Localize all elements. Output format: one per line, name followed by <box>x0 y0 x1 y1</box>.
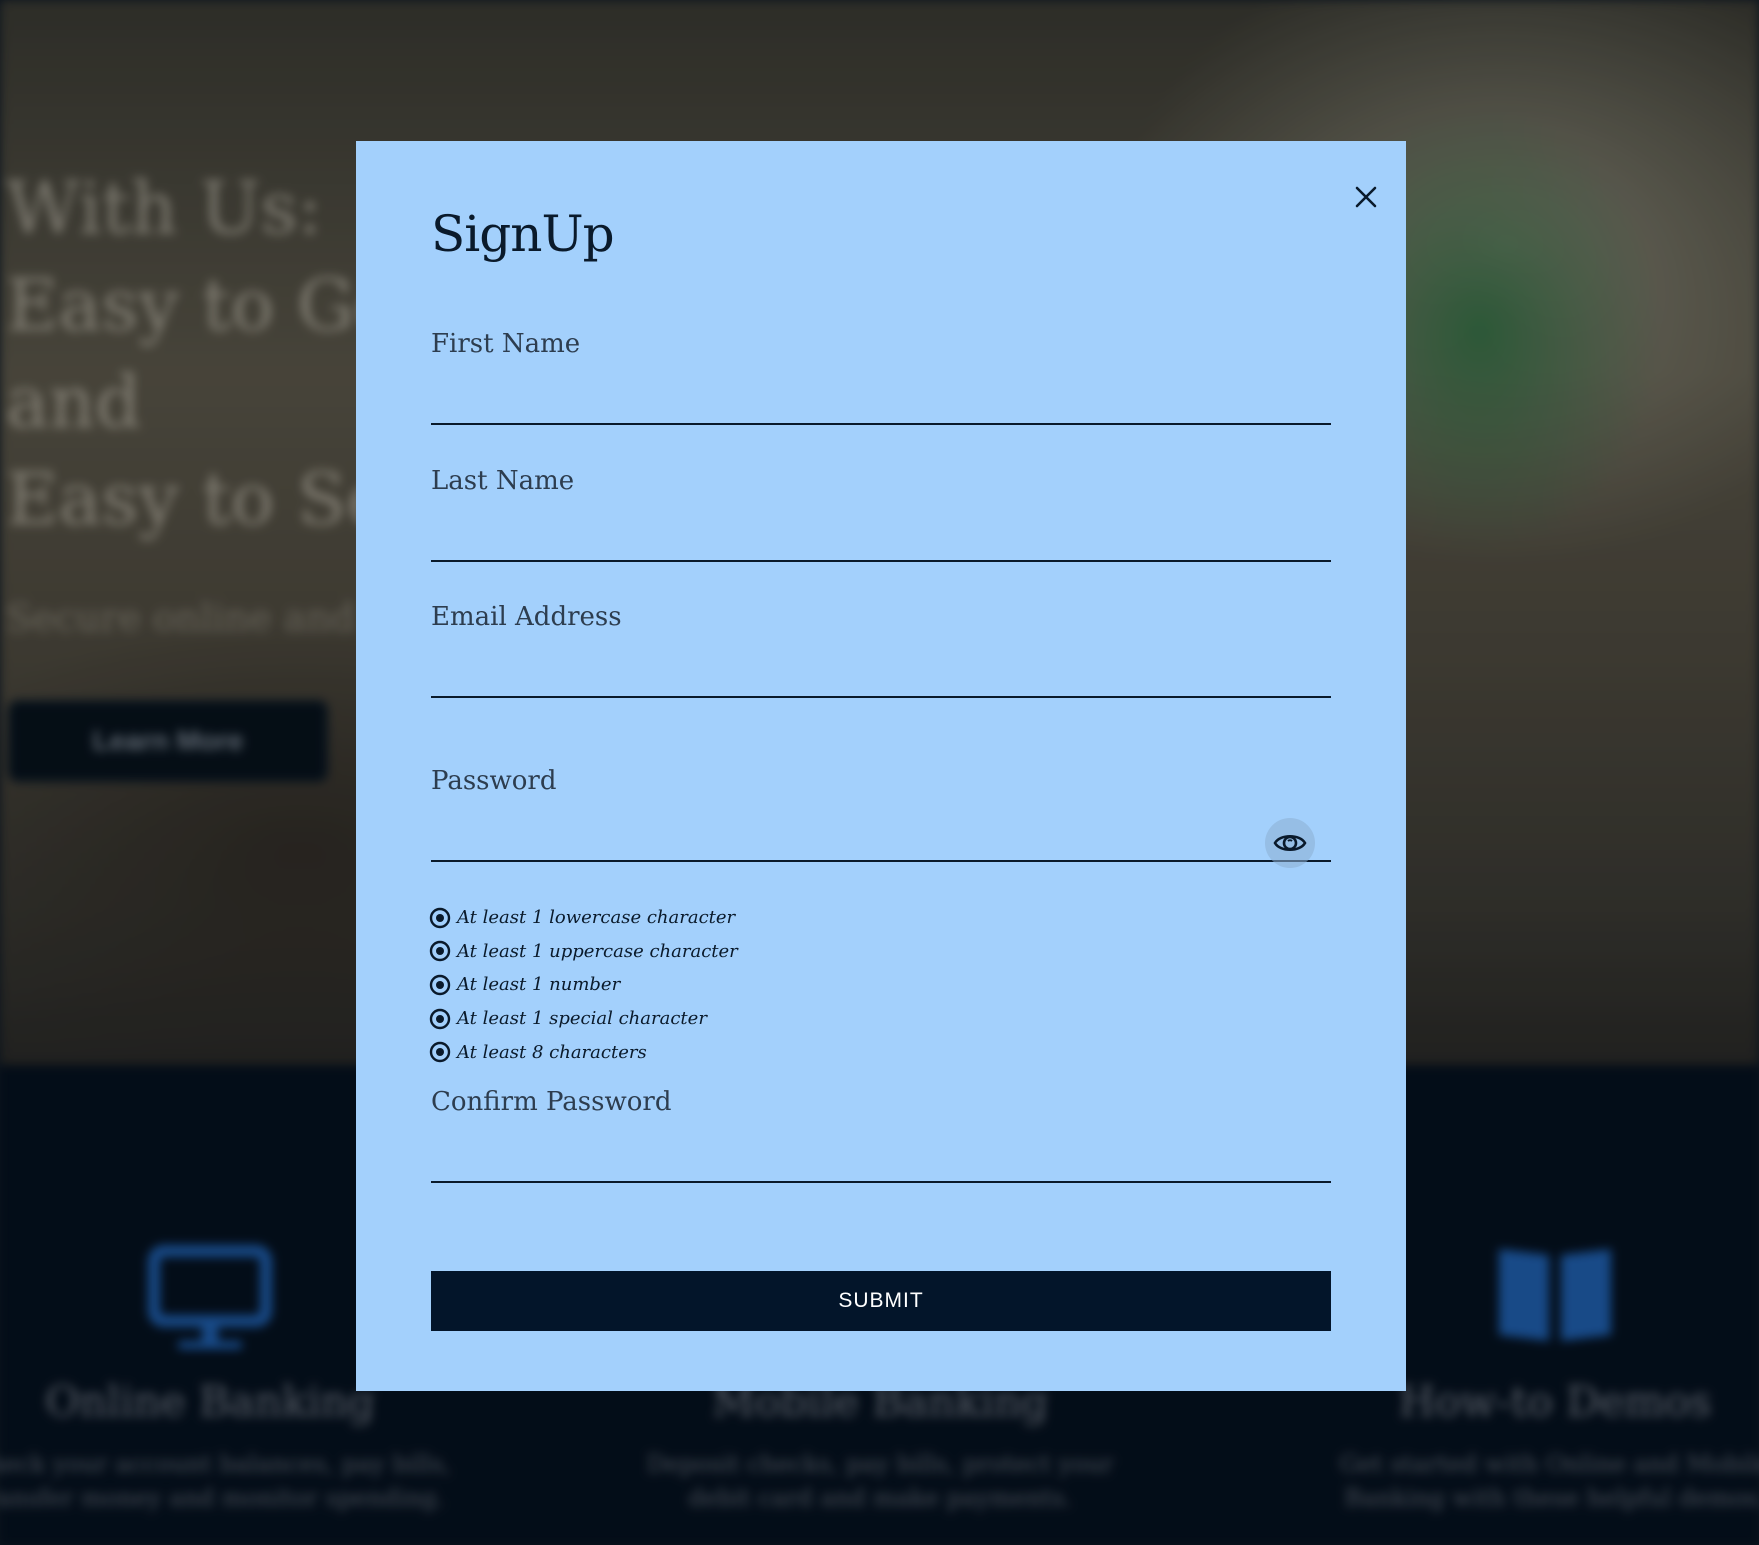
password-requirements: At least 1 lowercase character At least … <box>429 901 738 1069</box>
radio-dot-icon <box>429 941 451 962</box>
first-name-label: First Name <box>431 329 581 359</box>
submit-button[interactable]: SUBMIT <box>431 1271 1331 1331</box>
password-rule: At least 1 lowercase character <box>429 901 738 935</box>
email-input[interactable] <box>431 654 1331 698</box>
password-label: Password <box>431 766 557 796</box>
password-rule: At least 1 special character <box>429 1002 738 1036</box>
password-rule-text: At least 8 characters <box>457 1041 647 1063</box>
password-field: Password <box>431 766 1331 868</box>
confirm-password-field: Confirm Password <box>431 1087 1331 1183</box>
close-button[interactable] <box>1348 179 1384 215</box>
eye-icon <box>1273 834 1307 852</box>
radio-dot-icon <box>429 974 451 996</box>
show-password-button[interactable] <box>1265 818 1315 868</box>
signup-modal: SignUp First Name Last Name Email Addres… <box>356 141 1406 1391</box>
radio-dot-icon <box>429 1008 451 1029</box>
password-rule: At least 1 number <box>429 968 738 1002</box>
confirm-password-input[interactable] <box>431 1139 1331 1183</box>
password-input[interactable] <box>431 818 1331 862</box>
email-field: Email Address <box>431 602 1331 698</box>
last-name-input[interactable] <box>431 518 1331 562</box>
password-rule-text: At least 1 number <box>457 974 621 996</box>
password-rule: At least 8 characters <box>429 1035 738 1069</box>
email-label: Email Address <box>431 602 622 632</box>
confirm-password-label: Confirm Password <box>431 1087 672 1117</box>
radio-dot-icon <box>429 1041 451 1063</box>
last-name-field: Last Name <box>431 466 1331 562</box>
close-icon <box>1355 186 1377 208</box>
password-rule-text: At least 1 uppercase character <box>457 940 738 962</box>
modal-title: SignUp <box>431 205 615 263</box>
password-rule-text: At least 1 special character <box>457 1008 707 1030</box>
password-rule-text: At least 1 lowercase character <box>457 907 736 929</box>
first-name-field: First Name <box>431 329 1331 425</box>
first-name-input[interactable] <box>431 381 1331 425</box>
radio-dot-icon <box>429 907 451 928</box>
last-name-label: Last Name <box>431 466 575 496</box>
password-rule: At least 1 uppercase character <box>429 935 738 969</box>
